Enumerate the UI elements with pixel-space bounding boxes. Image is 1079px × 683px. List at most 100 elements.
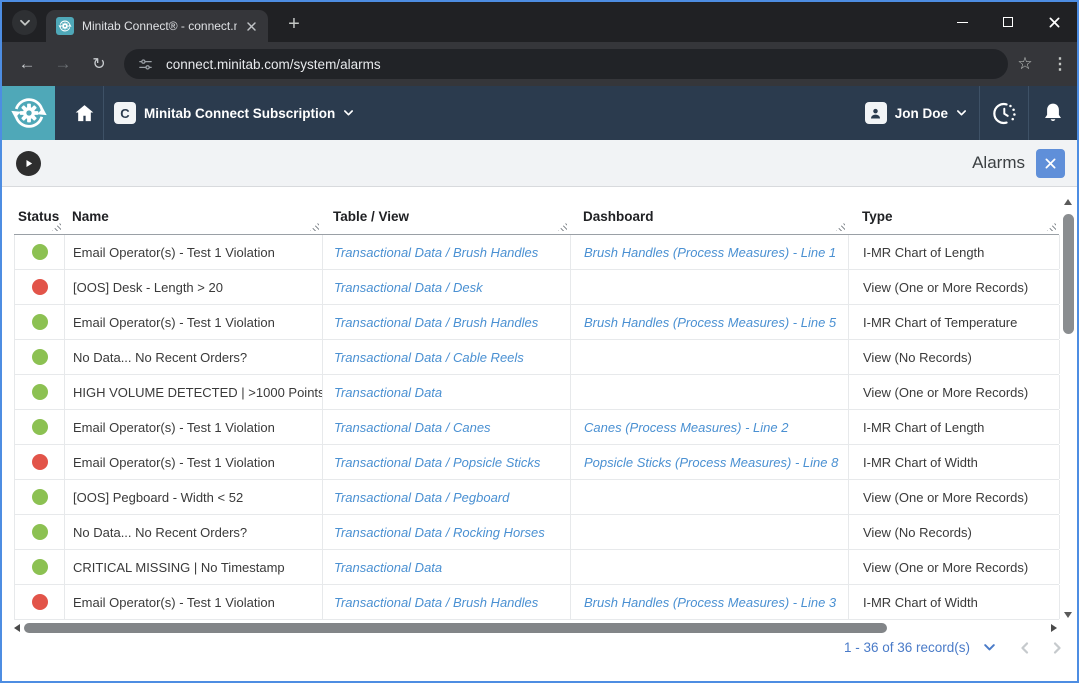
table-view-link[interactable]: Transactional Data / Cable Reels: [323, 340, 571, 374]
column-header-type[interactable]: Type: [848, 199, 1059, 234]
table-row: No Data... No Recent Orders? Transaction…: [14, 515, 1059, 550]
table-row: Email Operator(s) - Test 1 Violation Tra…: [14, 445, 1059, 480]
browser-tab[interactable]: Minitab Connect® - connect.mi: [46, 10, 268, 42]
next-page-button[interactable]: [1053, 641, 1062, 655]
clock-history-icon: [992, 101, 1017, 126]
horizontal-scrollbar-thumb[interactable]: [24, 623, 887, 633]
status-cell: [15, 445, 65, 479]
run-button[interactable]: [16, 151, 41, 176]
table-row: Email Operator(s) - Test 1 Violation Tra…: [14, 305, 1059, 340]
dashboard-link[interactable]: [571, 340, 849, 374]
table-view-link[interactable]: Transactional Data / Brush Handles: [323, 235, 571, 269]
vertical-scrollbar[interactable]: [1061, 197, 1076, 622]
header-divider: [103, 86, 104, 140]
table-row: HIGH VOLUME DETECTED | >1000 Points Tran…: [14, 375, 1059, 410]
dashboard-link[interactable]: Brush Handles (Process Measures) - Line …: [571, 235, 849, 269]
panel-close-button[interactable]: [1036, 149, 1065, 178]
scroll-down-arrow[interactable]: [1064, 612, 1072, 618]
table-view-link[interactable]: Transactional Data / Pegboard: [323, 480, 571, 514]
column-resize-handle[interactable]: [836, 222, 845, 231]
status-dot: [32, 454, 48, 470]
browser-menu-icon[interactable]: ⋮: [1048, 51, 1072, 77]
address-bar[interactable]: connect.minitab.com/system/alarms: [124, 49, 1008, 79]
gear-sync-icon: [58, 19, 72, 33]
column-header-dashboard[interactable]: Dashboard: [570, 199, 848, 234]
dashboard-link[interactable]: Brush Handles (Process Measures) - Line …: [571, 305, 849, 339]
status-cell: [15, 340, 65, 374]
column-label: Status: [18, 209, 59, 224]
minitab-connect-logo[interactable]: [2, 86, 55, 140]
table-row: Email Operator(s) - Test 1 Violation Tra…: [14, 410, 1059, 445]
table-view-link[interactable]: Transactional Data / Rocking Horses: [323, 515, 571, 549]
recent-activity-button[interactable]: [980, 86, 1028, 140]
page-size-dropdown[interactable]: [983, 643, 996, 652]
chevron-right-icon: [1053, 641, 1062, 655]
status-cell: [15, 270, 65, 304]
column-header-status[interactable]: Status: [14, 199, 64, 234]
subscription-label: Minitab Connect Subscription: [144, 106, 335, 121]
scroll-right-arrow[interactable]: [1051, 624, 1057, 632]
reload-button[interactable]: ↻: [86, 51, 112, 77]
back-button[interactable]: ←: [14, 51, 40, 77]
forward-button[interactable]: →: [50, 51, 76, 77]
browser-titlebar: Minitab Connect® - connect.mi +: [2, 2, 1077, 42]
dashboard-link[interactable]: [571, 515, 849, 549]
panel-toolbar: Alarms: [2, 140, 1077, 187]
table-view-link[interactable]: Transactional Data / Desk: [323, 270, 571, 304]
alarms-table: Status Name Table / View Dashboard Type …: [14, 199, 1059, 620]
tab-close-icon[interactable]: [243, 18, 260, 35]
dashboard-link[interactable]: Popsicle Sticks (Process Measures) - Lin…: [571, 445, 849, 479]
user-menu[interactable]: Jon Doe: [865, 102, 967, 124]
close-window-button[interactable]: [1031, 2, 1077, 42]
scroll-left-arrow[interactable]: [14, 624, 20, 632]
table-view-link[interactable]: Transactional Data: [323, 375, 571, 409]
notifications-button[interactable]: [1029, 86, 1077, 140]
status-cell: [15, 585, 65, 619]
column-resize-handle[interactable]: [558, 222, 567, 231]
alarm-type: I-MR Chart of Width: [849, 585, 1060, 619]
maximize-button[interactable]: [985, 2, 1031, 42]
scroll-up-arrow[interactable]: [1064, 199, 1072, 205]
minimize-button[interactable]: [939, 2, 985, 42]
dashboard-link[interactable]: [571, 550, 849, 584]
dashboard-link[interactable]: [571, 375, 849, 409]
url-text[interactable]: connect.minitab.com/system/alarms: [166, 57, 381, 72]
dashboard-link[interactable]: [571, 270, 849, 304]
alarm-name: Email Operator(s) - Test 1 Violation: [65, 410, 323, 444]
table-view-link[interactable]: Transactional Data / Popsicle Sticks: [323, 445, 571, 479]
horizontal-scrollbar[interactable]: [14, 623, 1059, 635]
chevron-down-icon: [19, 19, 31, 27]
column-resize-handle[interactable]: [1047, 222, 1056, 231]
vertical-scrollbar-thumb[interactable]: [1063, 214, 1074, 334]
status-cell: [15, 410, 65, 444]
alarm-name: CRITICAL MISSING | No Timestamp: [65, 550, 323, 584]
subscription-dropdown[interactable]: C Minitab Connect Subscription: [114, 102, 354, 124]
maximize-icon: [1003, 17, 1013, 27]
column-header-table-view[interactable]: Table / View: [322, 199, 570, 234]
dashboard-link[interactable]: Canes (Process Measures) - Line 2: [571, 410, 849, 444]
column-resize-handle[interactable]: [310, 222, 319, 231]
table-view-link[interactable]: Transactional Data / Canes: [323, 410, 571, 444]
previous-page-button[interactable]: [1020, 641, 1029, 655]
close-icon: [1044, 157, 1057, 170]
table-body: Email Operator(s) - Test 1 Violation Tra…: [14, 235, 1059, 620]
bookmark-star-icon[interactable]: ☆: [1012, 51, 1038, 77]
record-count-label[interactable]: 1 - 36 of 36 record(s): [844, 640, 970, 655]
column-label: Name: [72, 209, 109, 224]
table-view-link[interactable]: Transactional Data / Brush Handles: [323, 305, 571, 339]
new-tab-button[interactable]: +: [280, 10, 308, 38]
user-name: Jon Doe: [895, 106, 948, 121]
alarm-type: View (One or More Records): [849, 480, 1060, 514]
table-view-link[interactable]: Transactional Data: [323, 550, 571, 584]
home-button[interactable]: [65, 86, 103, 140]
close-icon: [1048, 16, 1061, 29]
table-view-link[interactable]: Transactional Data / Brush Handles: [323, 585, 571, 619]
dashboard-link[interactable]: [571, 480, 849, 514]
dashboard-link[interactable]: Brush Handles (Process Measures) - Line …: [571, 585, 849, 619]
site-settings-icon[interactable]: [137, 56, 154, 73]
gear-sync-icon: [10, 94, 48, 132]
alarm-name: No Data... No Recent Orders?: [65, 340, 323, 374]
tab-search-button[interactable]: [12, 10, 37, 35]
table-row: Email Operator(s) - Test 1 Violation Tra…: [14, 585, 1059, 620]
column-header-name[interactable]: Name: [64, 199, 322, 234]
